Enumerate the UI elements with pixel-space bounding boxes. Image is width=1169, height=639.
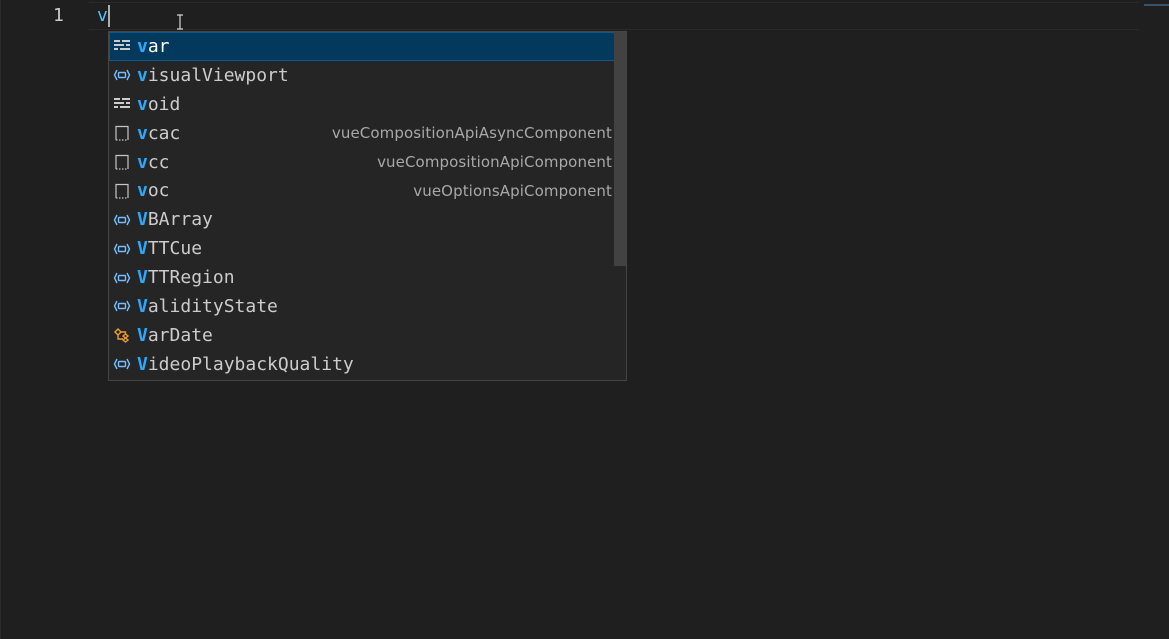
suggest-item-label-rest: isualViewport: [147, 64, 289, 86]
suggest-item-label: VideoPlaybackQuality: [137, 354, 354, 375]
suggest-item-label-rest: ar: [147, 35, 170, 57]
variable-icon: [113, 66, 131, 84]
variable-icon: [113, 240, 131, 258]
suggest-item-detail: vueOptionsApiComponent: [413, 181, 612, 200]
suggest-item-label-match: V: [137, 267, 148, 289]
suggest-item[interactable]: ValidityState: [109, 292, 626, 321]
suggest-item-label: v ar: [137, 36, 170, 57]
suggest-item[interactable]: v cac vueCompositionApiAsyncComponent: [109, 119, 626, 148]
suggest-item-label-rest: cac: [147, 122, 181, 144]
suggest-item-label: v isualViewport: [137, 65, 289, 86]
variable-icon: [113, 355, 131, 373]
suggest-item-label: ValidityState: [137, 296, 278, 317]
variable-icon: [113, 211, 131, 229]
suggest-item-label-match: V: [137, 295, 148, 317]
suggest-item-label: v cac: [137, 123, 180, 144]
suggest-item[interactable]: VideoPlaybackQuality: [109, 350, 626, 379]
suggest-item-label-rest: BArray: [147, 209, 213, 231]
suggest-item-label: V TTCue: [137, 238, 202, 259]
overview-ruler-marker: [1144, 4, 1169, 6]
ibeam-cursor-icon: [177, 14, 183, 30]
typed-text[interactable]: v: [97, 4, 108, 28]
suggest-item[interactable]: v cc vueCompositionApiComponent: [109, 148, 626, 177]
suggest-item-label-match: v: [137, 93, 148, 115]
suggest-item-label-match: v: [137, 122, 148, 144]
keyword-icon: [113, 95, 131, 113]
suggest-item-label: V TTRegion: [137, 267, 235, 288]
suggest-item-label-rest: oc: [147, 180, 170, 202]
suggest-scrollbar-thumb[interactable]: [614, 32, 626, 266]
suggest-widget[interactable]: v ar v isualViewport v oid v cac vueCompositi…: [108, 31, 627, 381]
suggest-item-label: v cc: [137, 152, 170, 173]
suggest-item-label: v oc: [137, 180, 170, 201]
suggest-item-label-rest: oid: [147, 93, 181, 115]
current-line-highlight: [89, 2, 1139, 30]
keyword-icon: [113, 37, 131, 55]
suggest-item[interactable]: v oc vueOptionsApiComponent: [109, 176, 626, 205]
suggest-item-label-match: V: [137, 209, 148, 231]
suggest-item-label-rest: alidityState: [147, 295, 278, 317]
suggest-item[interactable]: V TTCue: [109, 234, 626, 263]
suggest-item-detail: vueCompositionApiComponent: [377, 153, 612, 171]
suggest-item-label-rest: cc: [147, 151, 170, 173]
class-icon: [113, 326, 131, 344]
snippet-icon: [113, 153, 131, 171]
suggest-item-label-match: v: [137, 180, 148, 202]
suggest-item-label: V BArray: [137, 209, 213, 230]
suggest-item-label-match: v: [137, 64, 148, 86]
suggest-item-label-rest: TTRegion: [147, 267, 235, 289]
suggest-item-label-match: V: [137, 238, 148, 260]
suggest-item-label: v oid: [137, 94, 180, 115]
suggest-item-label-match: v: [137, 35, 148, 57]
suggest-item-label: VarDate: [137, 325, 213, 346]
snippet-icon: [113, 182, 131, 200]
suggest-item[interactable]: V TTRegion: [109, 263, 626, 292]
suggest-item-detail: vueCompositionApiAsyncComponent: [331, 124, 612, 143]
suggest-item[interactable]: VarDate: [109, 321, 626, 350]
suggest-item-label-rest: TTCue: [147, 238, 203, 260]
suggest-scrollbar[interactable]: [614, 32, 626, 380]
suggest-item-label-match: V: [137, 353, 148, 375]
suggest-item-label-rest: ideoPlaybackQuality: [147, 353, 354, 375]
code-editor[interactable]: 1 v v ar v isualViewport v oid v cac vueCompo…: [0, 0, 1169, 639]
text-cursor: [108, 5, 110, 27]
variable-icon: [113, 297, 131, 315]
suggest-item[interactable]: V BArray: [109, 205, 626, 234]
suggest-item[interactable]: v oid: [109, 90, 626, 119]
suggest-item[interactable]: v isualViewport: [109, 61, 626, 90]
suggest-item[interactable]: v ar: [109, 32, 626, 61]
suggest-item-label-match: v: [137, 151, 148, 173]
variable-icon: [113, 269, 131, 287]
suggest-list: v ar v isualViewport v oid v cac vueCompositi…: [109, 32, 626, 379]
snippet-icon: [113, 124, 131, 142]
suggest-item-label-match: V: [137, 324, 148, 346]
line-number: 1: [53, 5, 64, 26]
suggest-item-label-rest: arDate: [147, 324, 213, 346]
